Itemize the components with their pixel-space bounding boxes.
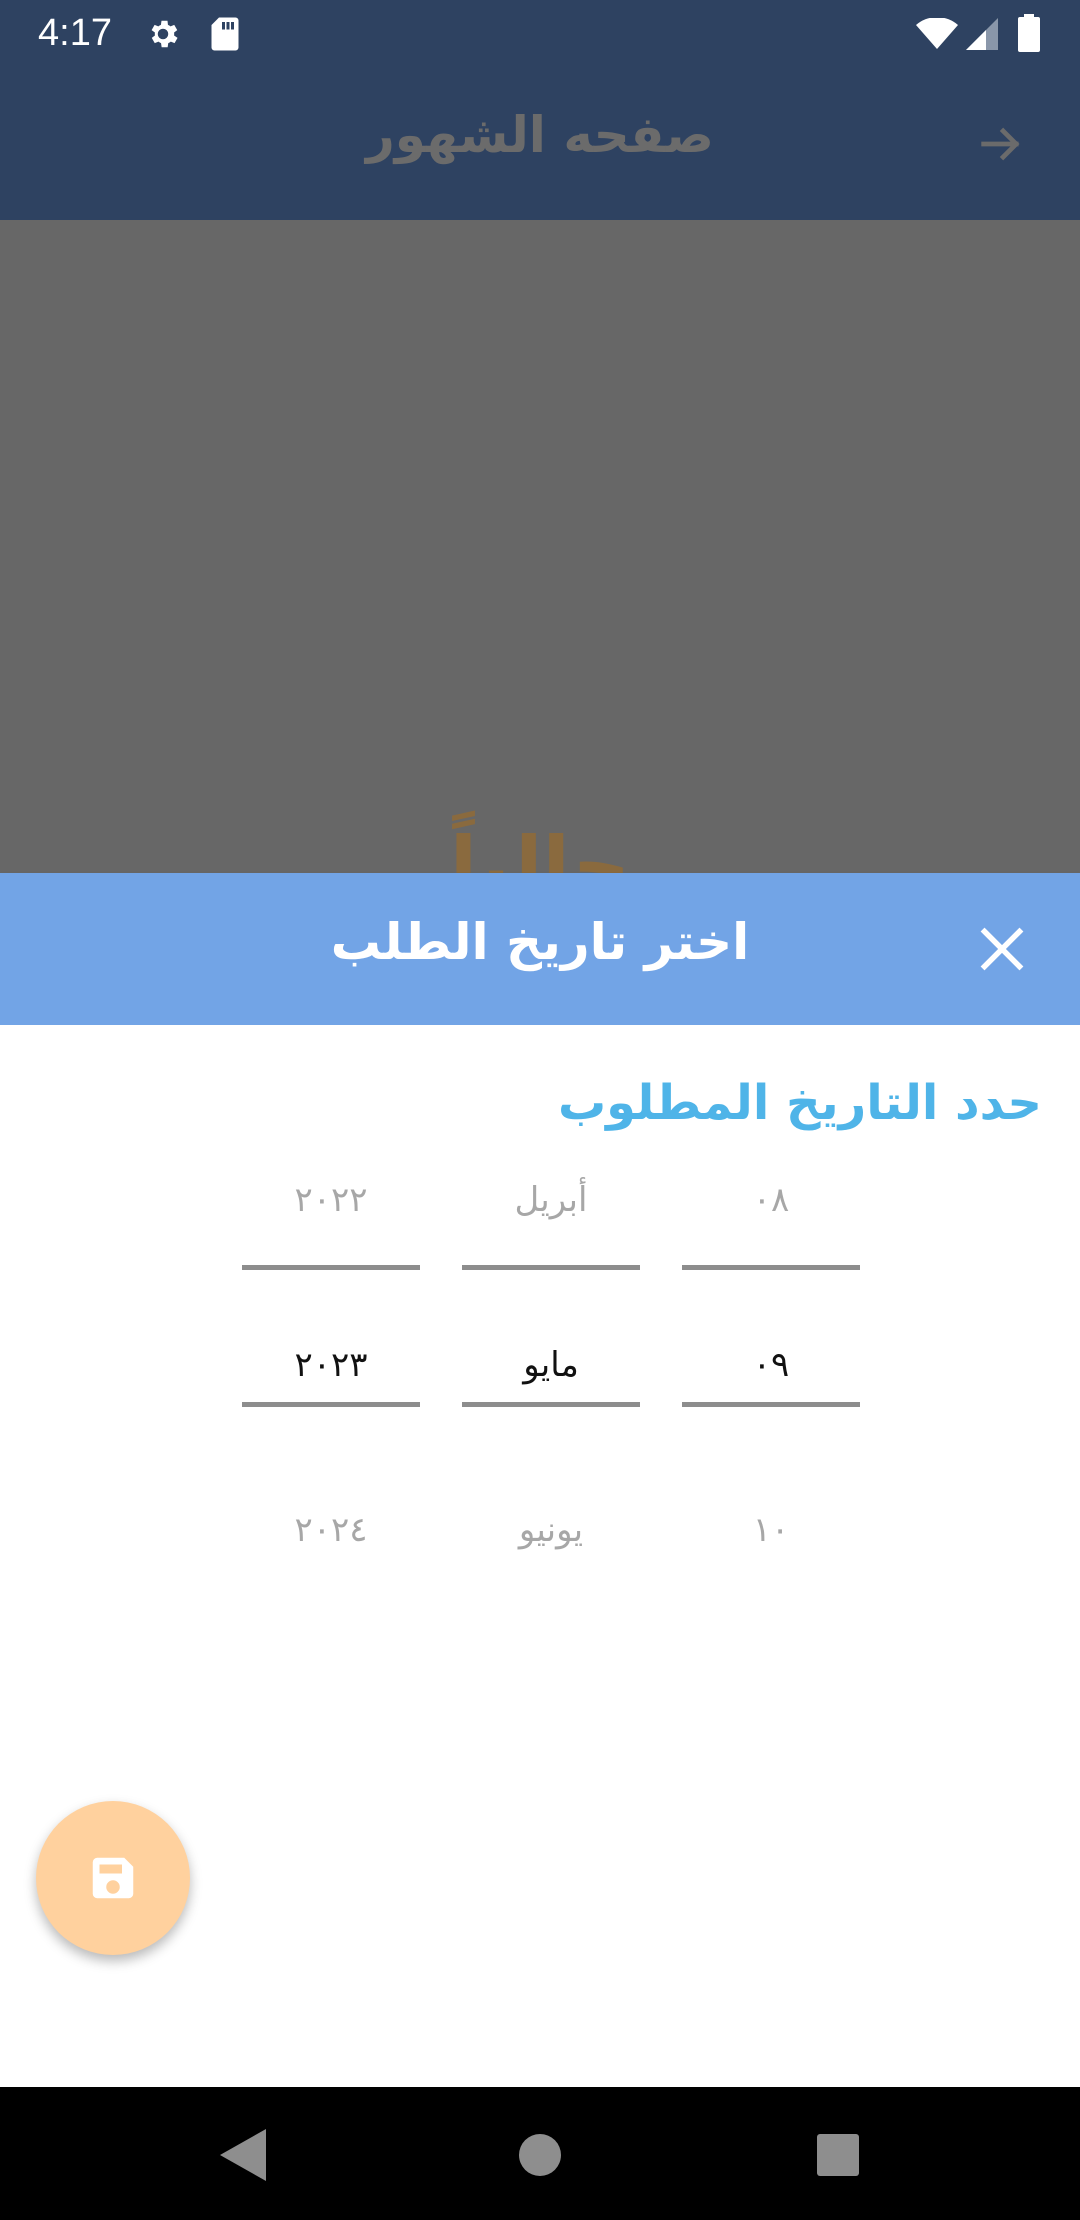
save-button[interactable] xyxy=(36,1801,190,1955)
nav-back-icon[interactable] xyxy=(218,2127,268,2183)
section-label: حدد التاريخ المطلوب xyxy=(557,1075,1042,1131)
nav-bar xyxy=(0,2087,1080,2220)
nav-home-icon[interactable] xyxy=(518,2133,562,2177)
page-title: صفحه الشهور xyxy=(366,106,714,164)
sheet-title: اختر تاريخ الطلب xyxy=(330,913,750,971)
battery-icon xyxy=(1018,14,1040,52)
save-icon xyxy=(92,1857,134,1899)
picker-divider xyxy=(242,1402,420,1407)
arrow-right-icon[interactable] xyxy=(975,118,1027,170)
app-bar: صفحه الشهور xyxy=(0,66,1080,220)
status-time: 4:17 xyxy=(38,12,112,54)
status-bar: 4:17 xyxy=(0,0,1080,66)
picker-divider xyxy=(462,1402,640,1407)
nav-recents-icon[interactable] xyxy=(817,2134,859,2176)
picker-divider xyxy=(682,1265,860,1270)
month-selected[interactable]: مايو xyxy=(462,1340,640,1390)
year-prev[interactable]: ٢٠٢٢ xyxy=(242,1175,420,1225)
day-selected[interactable]: ٠٩ xyxy=(682,1340,860,1390)
signal-icon xyxy=(966,18,998,50)
month-next[interactable]: يونيو xyxy=(462,1505,640,1555)
picker-divider xyxy=(682,1402,860,1407)
day-picker[interactable]: ٠٨ ٠٩ ١٠ xyxy=(682,1175,860,1550)
day-next[interactable]: ١٠ xyxy=(682,1505,860,1555)
picker-divider xyxy=(462,1265,640,1270)
close-icon[interactable] xyxy=(972,919,1032,979)
sheet-header: اختر تاريخ الطلب xyxy=(0,873,1080,1025)
year-selected[interactable]: ٢٠٢٣ xyxy=(242,1340,420,1390)
gear-icon xyxy=(151,20,178,48)
month-prev[interactable]: أبريل xyxy=(462,1175,640,1225)
picker-divider xyxy=(242,1265,420,1270)
wifi-icon xyxy=(916,18,958,49)
year-picker[interactable]: ٢٠٢٢ ٢٠٢٣ ٢٠٢٤ xyxy=(242,1175,420,1550)
background-partial-text: حالياً xyxy=(449,820,631,874)
sd-card-icon xyxy=(211,17,239,51)
day-prev[interactable]: ٠٨ xyxy=(682,1175,860,1225)
background-content: حالياً xyxy=(0,220,1080,874)
year-next[interactable]: ٢٠٢٤ xyxy=(242,1505,420,1555)
month-picker[interactable]: أبريل مايو يونيو xyxy=(462,1175,640,1550)
